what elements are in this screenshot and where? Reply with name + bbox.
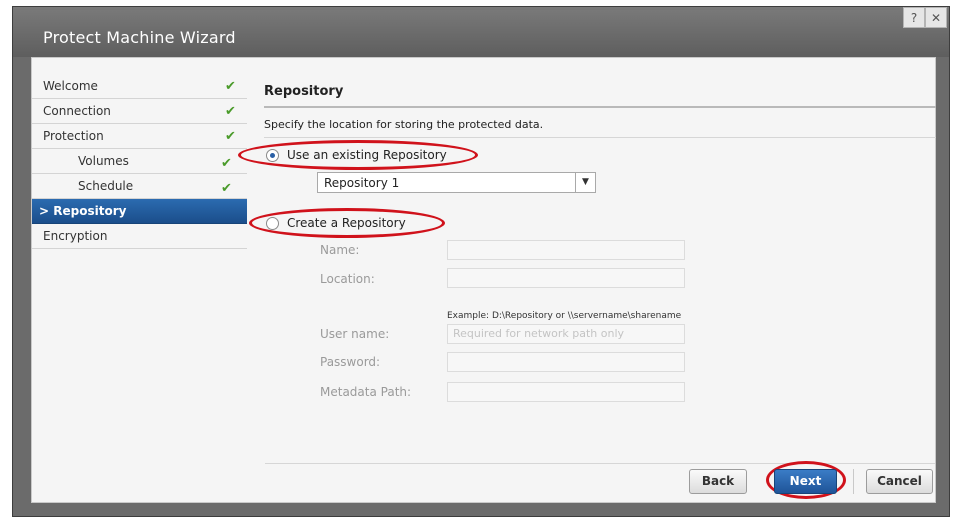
nav-step-label: Encryption — [43, 229, 108, 243]
section-description: Specify the location for storing the pro… — [264, 118, 544, 131]
radio-button[interactable] — [266, 216, 279, 230]
next-button[interactable]: Next — [774, 469, 837, 494]
radio-button-selected[interactable] — [266, 148, 279, 162]
chevron-down-icon[interactable]: ▼ — [575, 173, 595, 192]
section-title: Repository — [264, 84, 344, 99]
window-title: Protect Machine Wizard — [43, 28, 236, 47]
check-icon: ✔ — [225, 129, 236, 144]
nav-step-schedule[interactable]: Schedule ✔ — [32, 174, 247, 199]
back-button[interactable]: Back — [689, 469, 747, 494]
option-create-repository[interactable]: Create a Repository — [266, 216, 406, 230]
help-button[interactable]: ? — [903, 7, 925, 28]
metadata-path-label: Metadata Path: — [320, 385, 412, 399]
location-input[interactable] — [447, 268, 685, 288]
password-input[interactable] — [447, 352, 685, 372]
nav-step-volumes[interactable]: Volumes ✔ — [32, 149, 247, 174]
nav-step-label: Repository — [53, 204, 127, 218]
description-divider — [264, 137, 936, 138]
nav-step-label: Protection — [43, 129, 104, 143]
nav-step-repository[interactable]: > Repository — [32, 199, 247, 224]
nav-step-protection[interactable]: Protection ✔ — [32, 124, 247, 149]
option-use-existing-repository[interactable]: Use an existing Repository — [266, 148, 447, 162]
chevron-right-icon: > — [39, 204, 50, 218]
username-input[interactable]: Required for network path only — [447, 324, 685, 344]
button-separator — [853, 469, 854, 494]
footer-divider — [265, 463, 935, 464]
password-label: Password: — [320, 355, 381, 369]
check-icon: ✔ — [225, 104, 236, 119]
nav-step-connection[interactable]: Connection ✔ — [32, 99, 247, 124]
check-icon: ✔ — [221, 181, 232, 196]
location-label: Location: — [320, 272, 375, 286]
wizard-steps-nav: Welcome ✔ Connection ✔ Protection ✔ Volu… — [32, 74, 247, 249]
title-divider — [264, 106, 936, 108]
check-icon: ✔ — [225, 79, 236, 94]
dropdown-value: Repository 1 — [324, 176, 400, 190]
nav-step-label: Volumes — [78, 154, 129, 168]
name-input[interactable] — [447, 240, 685, 260]
name-label: Name: — [320, 243, 360, 257]
nav-step-welcome[interactable]: Welcome ✔ — [32, 74, 247, 99]
username-label: User name: — [320, 327, 390, 341]
nav-step-label: Connection — [43, 104, 111, 118]
close-button[interactable]: ✕ — [925, 7, 947, 28]
repository-dropdown[interactable]: Repository 1 ▼ — [317, 172, 596, 193]
nav-step-label: Welcome — [43, 79, 98, 93]
nav-step-encryption[interactable]: Encryption — [32, 224, 247, 249]
nav-step-label: Schedule — [78, 179, 134, 193]
title-bar: Protect Machine Wizard ? ✕ — [13, 7, 949, 57]
metadata-path-input[interactable] — [447, 382, 685, 402]
location-example-hint: Example: D:\Repository or \\servername\s… — [447, 311, 682, 321]
wizard-body: Welcome ✔ Connection ✔ Protection ✔ Volu… — [31, 57, 936, 503]
cancel-button[interactable]: Cancel — [866, 469, 933, 494]
option-label: Use an existing Repository — [287, 148, 447, 162]
option-label: Create a Repository — [287, 216, 406, 230]
wizard-window: Protect Machine Wizard ? ✕ Welcome ✔ Con… — [12, 6, 950, 517]
check-icon: ✔ — [221, 156, 232, 171]
